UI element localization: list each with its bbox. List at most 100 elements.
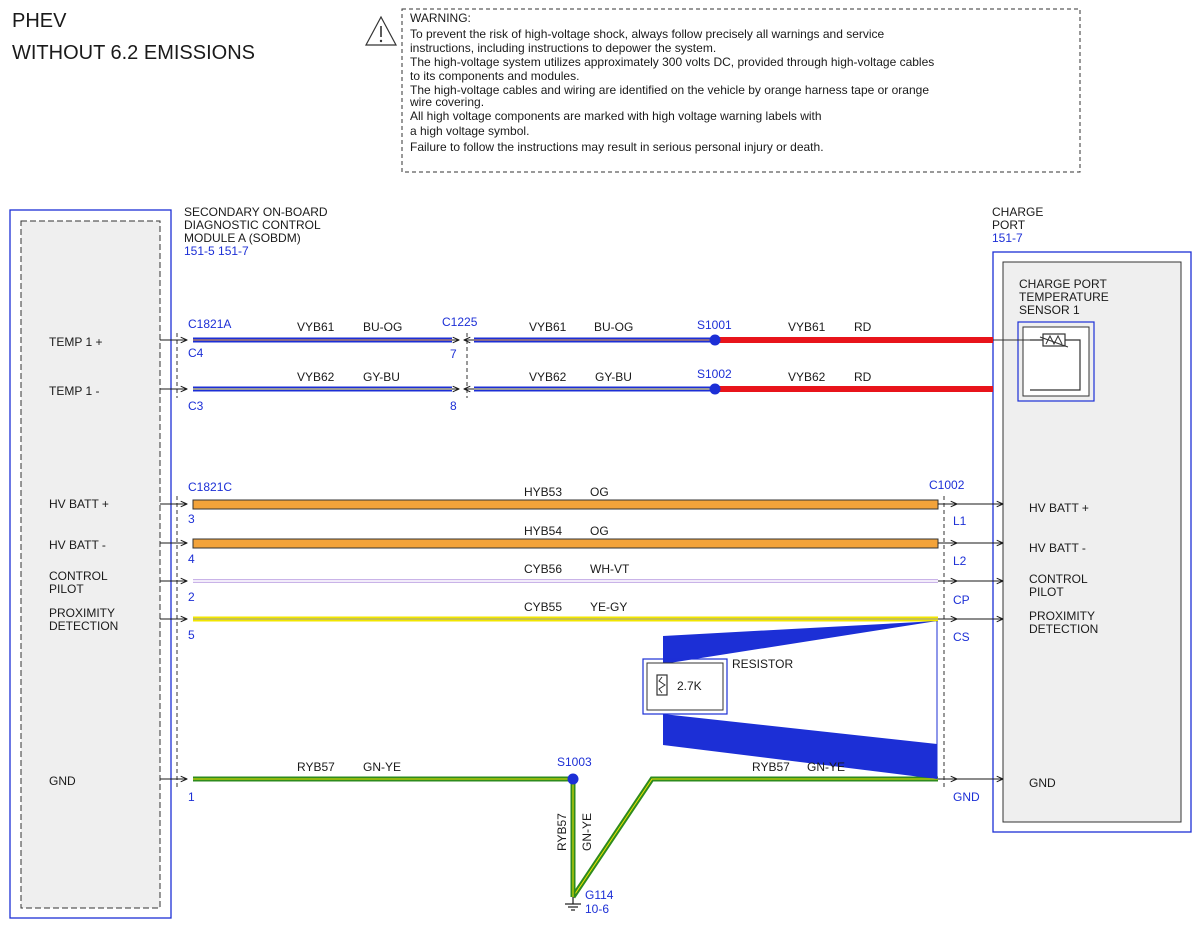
warning-line: All high voltage components are marked w… [410,109,822,123]
cp-pin-label-hv-minus: HV BATT - [1029,541,1086,555]
pin-label-hv-plus: HV BATT + [49,497,109,511]
cp-pin-label-gnd: GND [1029,776,1056,790]
pin-label-temp-plus: TEMP 1 + [49,335,102,349]
circuit-number: HYB53 [524,485,562,499]
wiring-diagram: PHEV WITHOUT 6.2 EMISSIONS WARNING: To p… [9,8,1192,919]
wire-hv-batt-plus[interactable] [192,499,939,510]
wire-color: GN-YE [363,760,401,774]
charge-port-title: CHARGE [992,205,1043,219]
pin-label-control-pilot: CONTROL [49,569,108,583]
pin-label-proximity: PROXIMITY [49,606,115,620]
ground-point-g114[interactable]: G114 [585,888,614,902]
pin-cs: CS [953,630,970,644]
pin-2: 2 [188,590,195,604]
sobdm-title: DIAGNOSTIC CONTROL [184,218,321,232]
pin-label-gnd: GND [49,774,76,788]
sobdm-title: SECONDARY ON-BOARD [184,205,328,219]
charge-port-ref[interactable]: 151-7 [992,231,1023,245]
cp-pin-label-hv-plus: HV BATT + [1029,501,1089,515]
warning-line: Failure to follow the instructions may r… [410,140,824,154]
sobdm-module: TEMP 1 + TEMP 1 - HV BATT + HV BATT - CO… [9,209,172,919]
warning-line: To prevent the risk of high-voltage shoc… [410,27,885,41]
splice-s1003[interactable] [567,773,579,785]
sensor-title: CHARGE PORT [1019,277,1107,291]
pin-4: 4 [188,552,195,566]
header-line-1: PHEV [12,10,67,32]
circuit-number: VYB61 [529,320,567,334]
connector-outlines [176,333,945,787]
circuit-number: CYB56 [524,562,562,576]
pin-c4: C4 [188,346,204,360]
cp-pin-label-proximity: DETECTION [1029,622,1098,636]
circuit-number: VYB62 [529,370,567,384]
ground-symbol-icon [565,897,581,911]
connector-c1821c[interactable]: C1821C [188,480,232,494]
circuit-number: CYB55 [524,600,562,614]
pin-label-temp-minus: TEMP 1 - [49,384,99,398]
wire-color: BU-OG [594,320,633,334]
ground-ref[interactable]: 10-6 [585,902,609,916]
charge-port-title: PORT [992,218,1026,232]
sensor-title: SENSOR 1 [1019,303,1080,317]
circuit-number: VYB62 [297,370,335,384]
wire-color: GY-BU [595,370,632,384]
resistor-value: 2.7K [677,679,702,693]
circuit-number: HYB54 [524,524,562,538]
sobdm-pin-stubs [160,340,187,779]
warning-line: The high-voltage system utilizes approxi… [410,55,934,69]
pin-gnd: GND [953,790,980,804]
wire-color: OG [590,485,609,499]
splice-label-s1001: S1001 [697,318,732,332]
pin-7: 7 [450,347,457,361]
wire-color: WH-VT [590,562,630,576]
circuit-number: RYB57 [752,760,790,774]
pin-l2: L2 [953,554,967,568]
wire-color: RD [854,320,872,334]
warning-title: WARNING: [410,11,471,25]
resistor-assembly: 2.7K RESISTOR [642,621,938,779]
warning-line: a high voltage symbol. [410,124,529,138]
cp-pin-label-control-pilot: PILOT [1029,585,1064,599]
pin-8: 8 [450,399,457,413]
circuit-number: VYB62 [788,370,826,384]
pin-3: 3 [188,512,195,526]
connector-c1002[interactable]: C1002 [929,478,965,492]
warning-line: to its components and modules. [410,69,579,83]
pin-c3: C3 [188,399,204,413]
circuit-number: VYB61 [297,320,335,334]
warning-line: instructions, including instructions to … [410,41,716,55]
pin-label-control-pilot: PILOT [49,582,84,596]
wire-color: BU-OG [363,320,402,334]
circuit-number: RYB57 [297,760,335,774]
warning-triangle-icon [364,15,398,46]
warning-line: wire covering. [409,95,484,109]
wire-hv-batt-minus[interactable] [192,538,939,549]
pin-5: 5 [188,628,195,642]
thermistor-icon [1039,333,1069,348]
connector-c1821a[interactable]: C1821A [188,317,231,331]
pin-label-hv-minus: HV BATT - [49,538,106,552]
warning-line: The high-voltage cables and wiring are i… [410,83,929,97]
splice-s1001[interactable] [709,334,721,346]
header-line-2: WITHOUT 6.2 EMISSIONS [12,42,255,64]
cp-pin-label-control-pilot: CONTROL [1029,572,1088,586]
pin-1: 1 [188,790,195,804]
circuit-number: VYB61 [788,320,826,334]
circuit-number: RYB57 [555,813,569,851]
wire-color: GN-YE [807,760,845,774]
pin-label-proximity: DETECTION [49,619,118,633]
sobdm-title: MODULE A (SOBDM) [184,231,301,245]
resistor-icon [656,674,668,696]
splice-label-s1003: S1003 [557,755,592,769]
wire-color: RD [854,370,872,384]
wire-color: YE-GY [590,600,627,614]
connector-c1225[interactable]: C1225 [442,315,478,329]
sobdm-refs[interactable]: 151-5 151-7 [184,244,249,258]
pin-l1: L1 [953,514,967,528]
splice-label-s1002: S1002 [697,367,732,381]
wire-color: GY-BU [363,370,400,384]
splice-s1002[interactable] [709,383,721,395]
warning-box: WARNING: To prevent the risk of high-vol… [364,8,1081,173]
resistor-label: RESISTOR [732,657,793,671]
cp-pin-label-proximity: PROXIMITY [1029,609,1095,623]
